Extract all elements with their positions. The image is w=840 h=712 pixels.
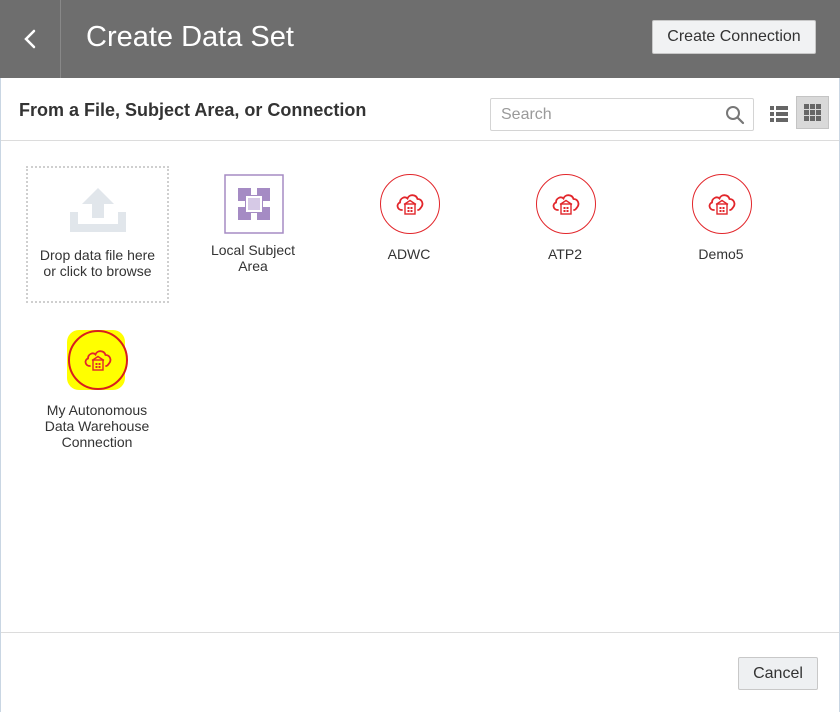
source-label: ADWC (339, 246, 479, 262)
cloud-database-icon (692, 174, 752, 234)
page-title: Create Data Set (86, 21, 294, 53)
cloud-database-icon (380, 174, 440, 234)
source-tile-atp2[interactable]: ATP2 (495, 174, 635, 274)
source-label-line: Connection (61, 434, 133, 450)
drop-hint: Drop data file here or click to browse (28, 247, 167, 279)
source-label-line: Demo5 (698, 246, 744, 262)
source-label-line: ATP2 (548, 246, 582, 262)
search-input[interactable] (491, 99, 717, 130)
source-label: ATP2 (495, 246, 635, 262)
source-label-line: Data Warehouse (44, 418, 150, 434)
drop-hint-line: or click to browse (43, 263, 152, 279)
grid-view-icon (804, 104, 821, 121)
dialog-header: Create Data Set Create Connection (0, 0, 840, 78)
cloud-database-icon (68, 330, 128, 390)
list-view-button[interactable] (764, 98, 794, 130)
upload-icon (70, 188, 126, 232)
back-button[interactable] (0, 0, 61, 78)
file-drop-zone[interactable]: Drop data file here or click to browse (26, 166, 169, 303)
create-connection-button[interactable]: Create Connection (652, 20, 816, 54)
source-tile-demo5[interactable]: Demo5 (651, 174, 791, 274)
source-label-line: Area (238, 258, 268, 274)
section-title: From a File, Subject Area, or Connection (19, 100, 367, 120)
source-tile-my-autonomous-dw[interactable]: My Autonomous Data Warehouse Connection (27, 330, 167, 460)
source-label-line: My Autonomous (46, 402, 148, 418)
subject-area-icon (224, 174, 284, 234)
source-label: Demo5 (651, 246, 791, 262)
list-view-icon (770, 106, 788, 122)
source-tile-local-subject-area[interactable]: Local Subject Area (183, 174, 323, 284)
search-box (490, 98, 754, 131)
divider (1, 140, 839, 141)
footer-divider (1, 632, 839, 633)
data-source-panel: From a File, Subject Area, or Connection… (0, 78, 840, 712)
source-label-line: Local Subject (210, 242, 296, 258)
source-label: Local Subject Area (183, 242, 323, 274)
source-tile-adwc[interactable]: ADWC (339, 174, 479, 274)
cloud-database-icon (536, 174, 596, 234)
drop-hint-line: Drop data file here (39, 247, 156, 263)
source-label-line: ADWC (387, 246, 431, 262)
chevron-left-icon (24, 29, 36, 49)
cancel-button[interactable]: Cancel (738, 657, 818, 690)
search-icon[interactable] (725, 105, 745, 125)
source-label: My Autonomous Data Warehouse Connection (27, 402, 167, 450)
grid-view-button[interactable] (796, 96, 829, 129)
